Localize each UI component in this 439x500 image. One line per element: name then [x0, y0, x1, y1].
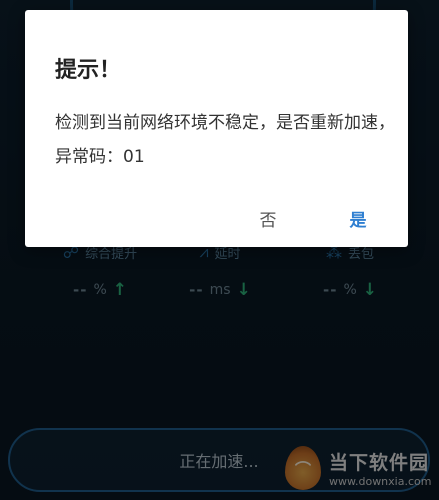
dialog-title: 提示！ — [55, 58, 122, 83]
alert-dialog: 提示！ 检测到当前网络环境不稳定，是否重新加速，异常码：01 否 是 — [25, 10, 408, 247]
yes-button[interactable]: 是 — [328, 198, 388, 238]
dialog-message: 检测到当前网络环境不稳定，是否重新加速，异常码：01 — [55, 113, 395, 167]
no-button[interactable]: 否 — [238, 198, 298, 238]
dialog-actions: 否 是 — [208, 198, 408, 238]
